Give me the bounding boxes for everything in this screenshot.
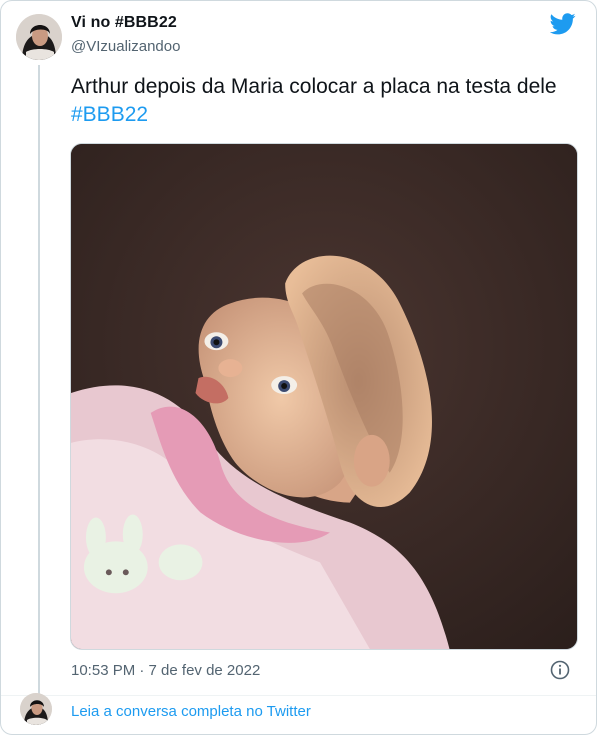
tweet-timestamp[interactable]: 10:53 PM · 7 de fev de 2022	[71, 662, 260, 679]
tweet-media-photo[interactable]	[70, 143, 578, 650]
avatar-image	[16, 14, 62, 60]
twitter-bird-icon[interactable]	[550, 13, 576, 35]
tweet-text: Arthur depois da Maria colocar a placa n…	[71, 73, 571, 129]
doll-photo	[71, 144, 577, 649]
info-icon[interactable]	[550, 660, 570, 680]
tweet-text-body: Arthur depois da Maria colocar a placa n…	[71, 75, 557, 98]
footer-divider	[1, 695, 596, 696]
embedded-tweet-card: Vi no #BBB22 @VIzualizandoo Arthur depoi…	[0, 0, 597, 735]
read-full-conversation-link[interactable]: Leia a conversa completa no Twitter	[71, 703, 311, 720]
hashtag-link[interactable]: #BBB22	[71, 103, 148, 126]
footer-avatar	[20, 693, 52, 725]
author-avatar[interactable]	[16, 14, 62, 60]
footer-avatar-image	[20, 693, 52, 725]
author-handle[interactable]: @VIzualizandoo	[71, 38, 180, 55]
author-display-name[interactable]: Vi no #BBB22	[71, 14, 177, 32]
thread-line	[38, 65, 40, 695]
